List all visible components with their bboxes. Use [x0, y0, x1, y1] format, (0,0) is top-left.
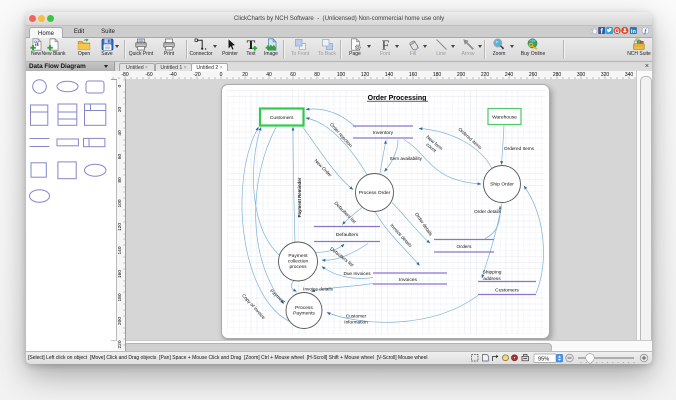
svg-text:collection: collection — [288, 258, 309, 264]
svg-text:Payments: Payments — [293, 310, 315, 316]
svg-text:0: 0 — [117, 84, 123, 87]
svg-text:G: G — [615, 27, 620, 34]
svg-text:100: 100 — [117, 199, 123, 207]
svg-text:process: process — [289, 264, 307, 270]
svg-text:Order details: Order details — [414, 211, 434, 236]
svg-text:95%: 95% — [538, 356, 549, 362]
svg-text:Ship Order: Ship Order — [490, 181, 514, 187]
svg-text:Payment Reminder: Payment Reminder — [297, 177, 302, 217]
svg-text:Order details: Order details — [474, 209, 501, 214]
svg-text:180: 180 — [117, 293, 123, 301]
svg-text:in: in — [631, 29, 637, 35]
svg-text:Customer: Customer — [346, 313, 367, 318]
svg-text:120: 120 — [117, 223, 123, 231]
svg-text:Defaulters list: Defaulters list — [329, 246, 355, 268]
svg-text:Inventory: Inventory — [373, 130, 394, 136]
svg-text:Item availability: Item availability — [390, 156, 423, 161]
svg-text:Order Processing: Order Processing — [368, 94, 427, 101]
svg-text:Defaulters: Defaulters — [336, 232, 359, 238]
svg-text:Warehouse: Warehouse — [492, 114, 517, 120]
svg-text:Defaulters list: Defaulters list — [333, 200, 357, 224]
svg-text:Order rejection: Order rejection — [329, 121, 354, 148]
svg-text:Copy of invoice: Copy of invoice — [241, 292, 266, 319]
svg-text:160: 160 — [117, 270, 123, 278]
svg-text:Invoice details: Invoice details — [303, 286, 333, 291]
svg-text:Ordered Items: Ordered Items — [504, 146, 535, 151]
svg-text:40: 40 — [117, 130, 123, 136]
svg-text:200: 200 — [117, 317, 123, 325]
svg-text:Customers: Customers — [270, 115, 294, 121]
svg-text:20: 20 — [117, 107, 123, 113]
svg-text:220: 220 — [117, 340, 123, 348]
svg-text:Process Order: Process Order — [359, 190, 391, 196]
svg-text:Ordered items: Ordered items — [457, 126, 483, 150]
svg-text:address: address — [483, 275, 501, 281]
svg-text:140: 140 — [117, 246, 123, 254]
svg-text:80: 80 — [117, 177, 123, 183]
svg-text:Customers: Customers — [495, 287, 519, 293]
svg-text:Payment: Payment — [288, 253, 308, 259]
svg-text:60: 60 — [117, 154, 123, 160]
svg-text:Payment: Payment — [269, 288, 287, 305]
svg-text:Shipping: Shipping — [482, 269, 501, 275]
svg-text:F: F — [381, 38, 389, 51]
svg-text:New Order: New Order — [313, 158, 333, 178]
svg-text:Information: Information — [344, 319, 368, 324]
svg-text:Due Invoices: Due Invoices — [343, 271, 371, 276]
svg-text:Invoices: Invoices — [399, 277, 417, 283]
svg-text:Orders: Orders — [457, 244, 473, 250]
svg-text:Process: Process — [295, 305, 313, 311]
